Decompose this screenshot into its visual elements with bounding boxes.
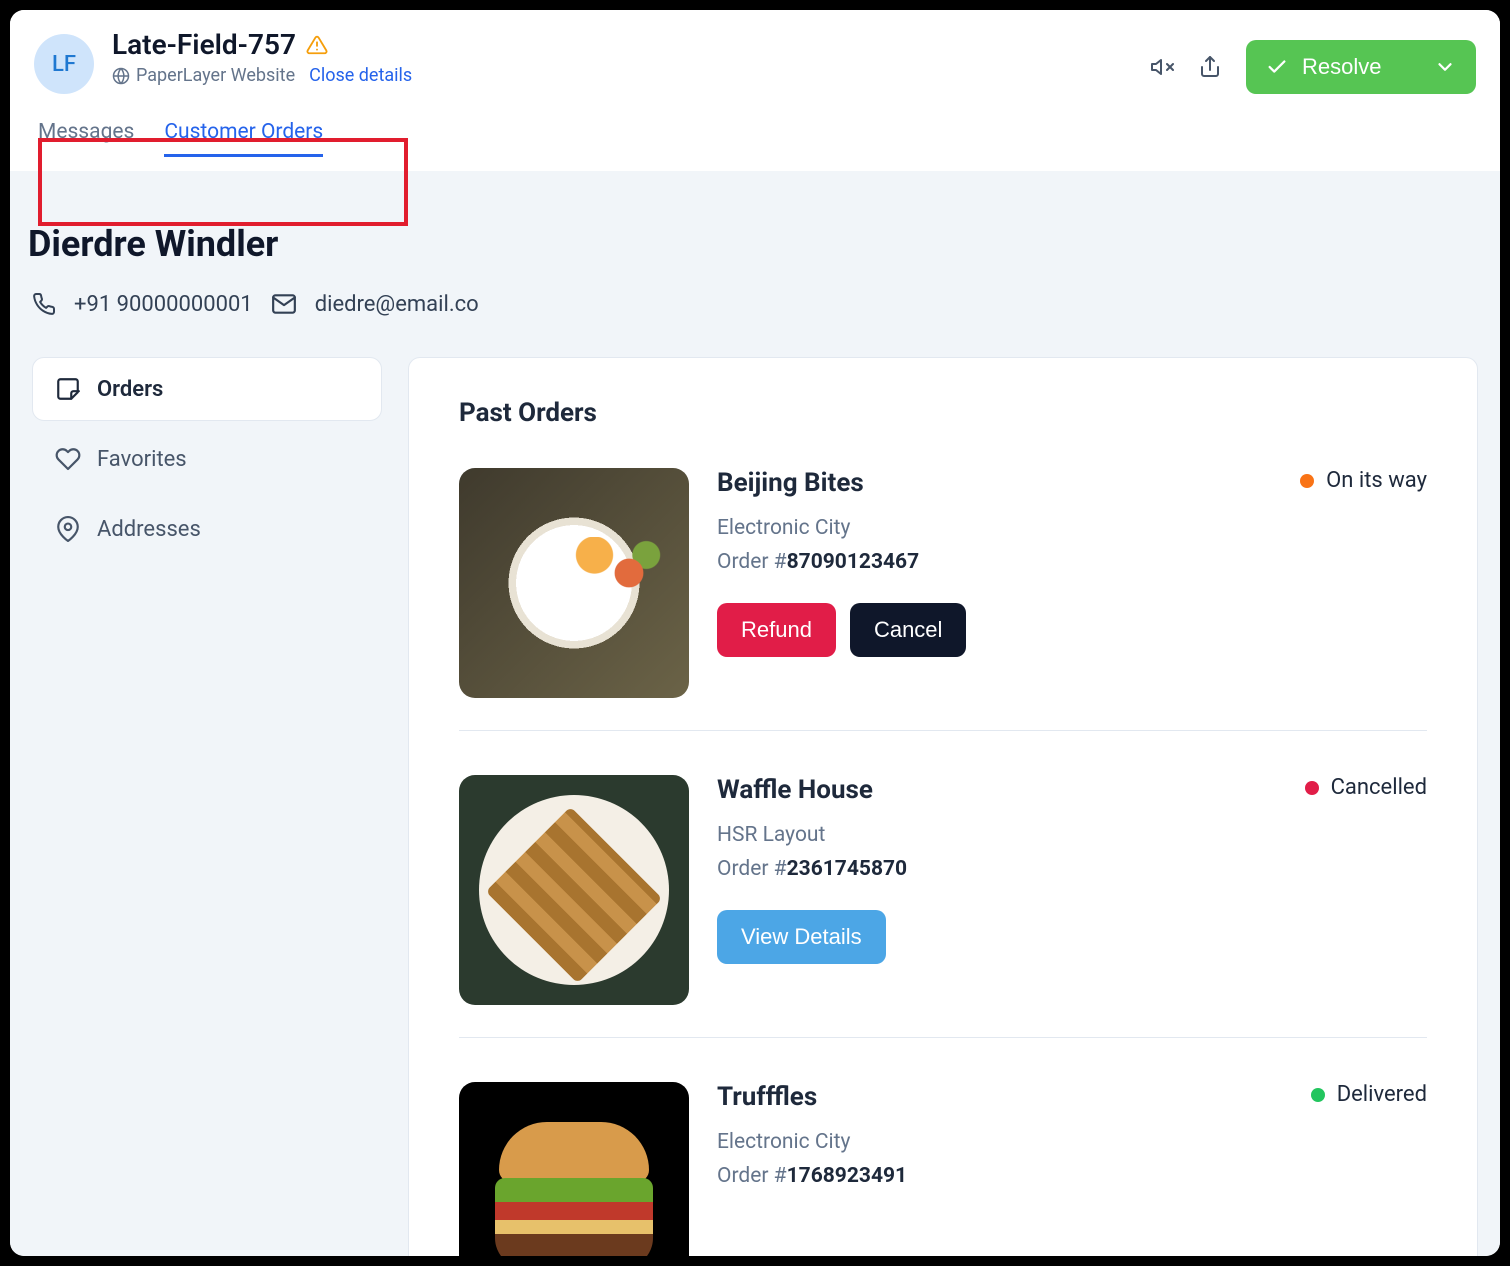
order-status: On its way (1300, 468, 1427, 493)
status-text: On its way (1326, 468, 1427, 493)
customer-phone: +91 90000000001 (74, 292, 253, 317)
order-actions: View Details (717, 910, 1427, 964)
customer-name: Dierdre Windler (10, 199, 1500, 265)
view-details-button[interactable]: View Details (717, 910, 886, 964)
share-icon[interactable] (1198, 55, 1222, 79)
order-status: Cancelled (1305, 775, 1427, 800)
order-title: Beijing Bites (717, 468, 864, 498)
order-status: Delivered (1311, 1082, 1427, 1107)
orders-list: Beijing BitesOn its wayElectronic CityOr… (459, 456, 1427, 1256)
order-card: Trufffles Delivered Electronic CityOrder #… (459, 1070, 1427, 1256)
conversation-title: Late-Field-757 (112, 28, 296, 61)
sidebar-item-favorites[interactable]: Favorites (32, 427, 382, 491)
refund-button[interactable]: Refund (717, 603, 836, 657)
status-text: Delivered (1337, 1082, 1427, 1107)
content-area: Dierdre Windler +91 90000000001 diedre@e… (10, 171, 1500, 1256)
order-body: Waffle House Cancelled HSR LayoutOrder #23… (717, 775, 1427, 1005)
heart-icon (55, 446, 81, 472)
sidebar-item-label: Addresses (97, 517, 201, 542)
contact-row: +91 90000000001 diedre@email.co (10, 265, 1500, 357)
order-title: Trufffles (717, 1082, 817, 1112)
sidebar-item-addresses[interactable]: Addresses (32, 497, 382, 561)
source-text: PaperLayer Website (136, 65, 295, 86)
sidebar-item-label: Favorites (97, 447, 187, 472)
orders-panel: Past Orders Beijing Bites On its way Elect… (408, 357, 1478, 1256)
tab-messages[interactable]: Messages (38, 120, 134, 157)
status-dot-icon (1305, 781, 1319, 795)
map-pin-icon (55, 516, 81, 542)
customer-sidebar: Orders Favorites Addresses (32, 357, 382, 567)
order-meta: HSR LayoutOrder #2361745870 (717, 819, 1427, 886)
sidebar-item-label: Orders (97, 377, 163, 402)
top-actions: Resolve (1150, 40, 1476, 94)
order-thumbnail (459, 1082, 689, 1256)
tab-row: Messages Customer Orders (10, 94, 1500, 171)
mute-icon[interactable] (1150, 55, 1174, 79)
tab-customer-orders[interactable]: Customer Orders (164, 120, 323, 157)
note-icon (55, 376, 81, 402)
order-meta: Electronic CityOrder #87090123467 (717, 512, 1427, 579)
order-actions: Refund Cancel (717, 603, 1427, 657)
cancel-button[interactable]: Cancel (850, 603, 966, 657)
order-number: Order #87090123467 (717, 546, 1427, 580)
title-block: Late-Field-757 PaperLayer Website Close … (112, 28, 1150, 86)
conversation-avatar: LF (34, 34, 94, 94)
chevron-down-icon (1434, 56, 1456, 78)
resolve-button[interactable]: Resolve (1246, 40, 1476, 94)
check-icon (1266, 56, 1288, 78)
order-thumbnail (459, 775, 689, 1005)
topbar: LF Late-Field-757 PaperLayer Website Clo… (10, 10, 1500, 94)
close-details-link[interactable]: Close details (309, 65, 412, 86)
order-location: Electronic City (717, 1126, 1427, 1160)
status-dot-icon (1300, 474, 1314, 488)
order-number: Order #2361745870 (717, 853, 1427, 887)
order-location: Electronic City (717, 512, 1427, 546)
panel-heading: Past Orders (459, 398, 1427, 428)
avatar-initials: LF (52, 52, 76, 77)
order-body: Trufffles Delivered Electronic CityOrder #… (717, 1082, 1427, 1256)
status-dot-icon (1311, 1088, 1325, 1102)
globe-icon (112, 67, 130, 85)
resolve-label: Resolve (1302, 54, 1381, 80)
customer-email: diedre@email.co (315, 292, 479, 317)
mail-icon (271, 291, 297, 317)
phone-icon (32, 292, 56, 316)
order-title: Waffle House (717, 775, 873, 805)
order-body: Beijing Bites On its way Electronic CityOr… (717, 468, 1427, 698)
warning-icon (306, 34, 328, 56)
order-card: Beijing Bites On its way Electronic CityOr… (459, 456, 1427, 731)
source-label: PaperLayer Website (112, 65, 295, 86)
status-text: Cancelled (1331, 775, 1427, 800)
app-window: LF Late-Field-757 PaperLayer Website Clo… (10, 10, 1500, 1256)
order-thumbnail (459, 468, 689, 698)
order-card: Waffle House Cancelled HSR LayoutOrder #23… (459, 763, 1427, 1038)
order-number: Order #1768923491 (717, 1160, 1427, 1194)
order-location: HSR Layout (717, 819, 1427, 853)
order-meta: Electronic CityOrder #1768923491 (717, 1126, 1427, 1193)
sidebar-item-orders[interactable]: Orders (32, 357, 382, 421)
